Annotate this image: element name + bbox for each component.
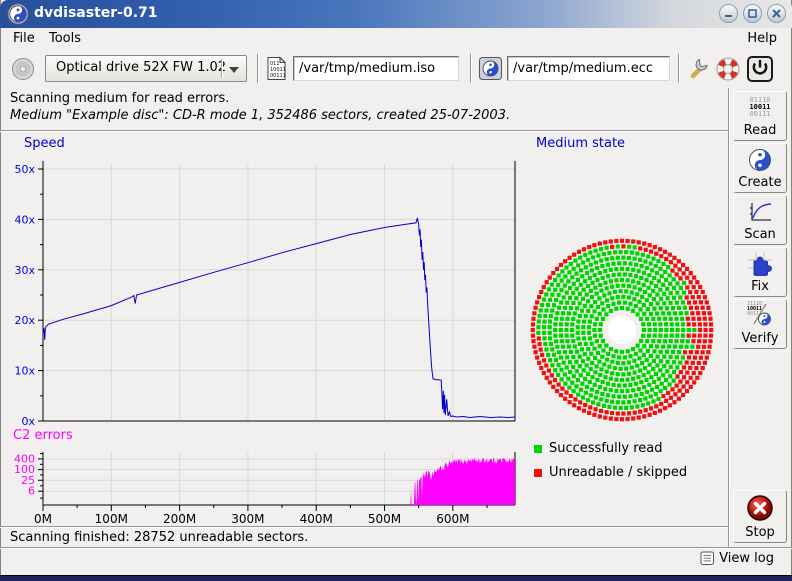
- maximize-icon: [746, 7, 759, 20]
- legend-item-read: Successfully read: [534, 441, 662, 456]
- svg-text:600M: 600M: [436, 512, 469, 526]
- drive-button[interactable]: [9, 55, 37, 82]
- scan-chart-icon: [747, 199, 773, 225]
- view-log-label: View log: [719, 551, 774, 566]
- svg-text:40x: 40x: [14, 213, 35, 226]
- app-icon: [7, 3, 29, 25]
- svg-text:20x: 20x: [14, 314, 35, 327]
- separator: [678, 54, 680, 83]
- drive-selector[interactable]: Optical drive 52X FW 1.02: [45, 55, 247, 82]
- separator: [728, 88, 730, 547]
- separator: [257, 54, 259, 83]
- view-log-button[interactable]: View log: [700, 551, 774, 566]
- minimize-icon: [722, 7, 735, 20]
- menubar: File Tools Help: [1, 28, 791, 48]
- status-line-2: Medium "Example disc": CD-R mode 1, 3524…: [10, 108, 510, 123]
- menu-tools[interactable]: Tools: [43, 29, 87, 48]
- read-label: Read: [744, 123, 777, 138]
- verify-label: Verify: [742, 331, 779, 346]
- separator: [470, 54, 472, 83]
- svg-text:400: 400: [14, 452, 35, 465]
- scan-button[interactable]: Scan: [733, 195, 787, 245]
- toolbar: Optical drive 52X FW 1.02 011 10011 0011…: [1, 48, 791, 88]
- menu-file[interactable]: File: [7, 29, 41, 48]
- separator: [0, 547, 792, 549]
- chevron-down-icon: [229, 67, 239, 73]
- separator: [0, 526, 728, 528]
- fix-label: Fix: [751, 279, 769, 294]
- svg-text:500M: 500M: [368, 512, 401, 526]
- app-window: dvdisaster-0.71 File Tools Help Optical …: [0, 0, 792, 581]
- verify-icon: [746, 300, 774, 328]
- window-frame-bottom: [0, 575, 792, 581]
- scan-label: Scan: [744, 227, 776, 242]
- stop-button[interactable]: Stop: [733, 490, 787, 543]
- preferences-button[interactable]: [685, 55, 713, 82]
- legend-item-unreadable: Unreadable / skipped: [534, 465, 687, 480]
- svg-text:100M: 100M: [95, 512, 128, 526]
- help-button[interactable]: [714, 55, 742, 82]
- svg-text:300M: 300M: [231, 512, 264, 526]
- titlebar[interactable]: dvdisaster-0.71: [0, 0, 792, 28]
- wrench-icon: [686, 56, 712, 82]
- legend-unreadable-label: Unreadable / skipped: [549, 465, 687, 480]
- fix-puzzle-icon: [747, 251, 773, 277]
- drive-selector-value: Optical drive 52X FW 1.02: [56, 60, 226, 75]
- cd-disc-icon: [10, 56, 36, 82]
- status-line-1: Scanning medium for read errors.: [10, 91, 229, 106]
- verify-button[interactable]: 111101001100111 Verify: [733, 299, 787, 349]
- svg-text:10x: 10x: [14, 365, 35, 378]
- unreadable-swatch: [534, 469, 542, 477]
- svg-text:400M: 400M: [300, 512, 333, 526]
- svg-text:200M: 200M: [163, 512, 196, 526]
- create-label: Create: [738, 175, 781, 190]
- legend-read-label: Successfully read: [549, 441, 662, 456]
- create-yinyang-icon: [747, 147, 773, 173]
- svg-text:0M: 0M: [34, 512, 52, 526]
- create-button[interactable]: Create: [733, 143, 787, 193]
- ecc-file-input[interactable]: [507, 56, 670, 81]
- power-icon: [746, 55, 774, 83]
- svg-text:50x: 50x: [14, 163, 35, 176]
- svg-text:0x: 0x: [21, 415, 35, 428]
- image-file-input[interactable]: [293, 56, 459, 81]
- menu-help[interactable]: Help: [741, 29, 783, 48]
- read-button[interactable]: 011101001100111 Read: [733, 91, 787, 141]
- svg-text:30x: 30x: [14, 264, 35, 277]
- stop-label: Stop: [745, 525, 775, 540]
- svg-text:00111: 00111: [270, 73, 286, 79]
- lifebelt-icon: [715, 56, 741, 82]
- scan-result-status: Scanning finished: 28752 unreadable sect…: [10, 530, 308, 545]
- read-swatch: [534, 445, 542, 453]
- close-button[interactable]: [767, 4, 786, 23]
- close-icon: [770, 7, 783, 20]
- quit-button[interactable]: [746, 55, 774, 82]
- read-icon: 011101001100111: [749, 97, 770, 118]
- minimize-button[interactable]: [719, 4, 738, 23]
- maximize-button[interactable]: [743, 4, 762, 23]
- ecc-file-icon: [478, 56, 503, 81]
- log-icon: [700, 551, 715, 566]
- stop-icon: [746, 494, 774, 522]
- fix-button[interactable]: Fix: [733, 247, 787, 297]
- window-title: dvdisaster-0.71: [34, 5, 158, 21]
- image-file-icon: 011 10011 00111: [264, 56, 289, 81]
- separator: [221, 59, 223, 78]
